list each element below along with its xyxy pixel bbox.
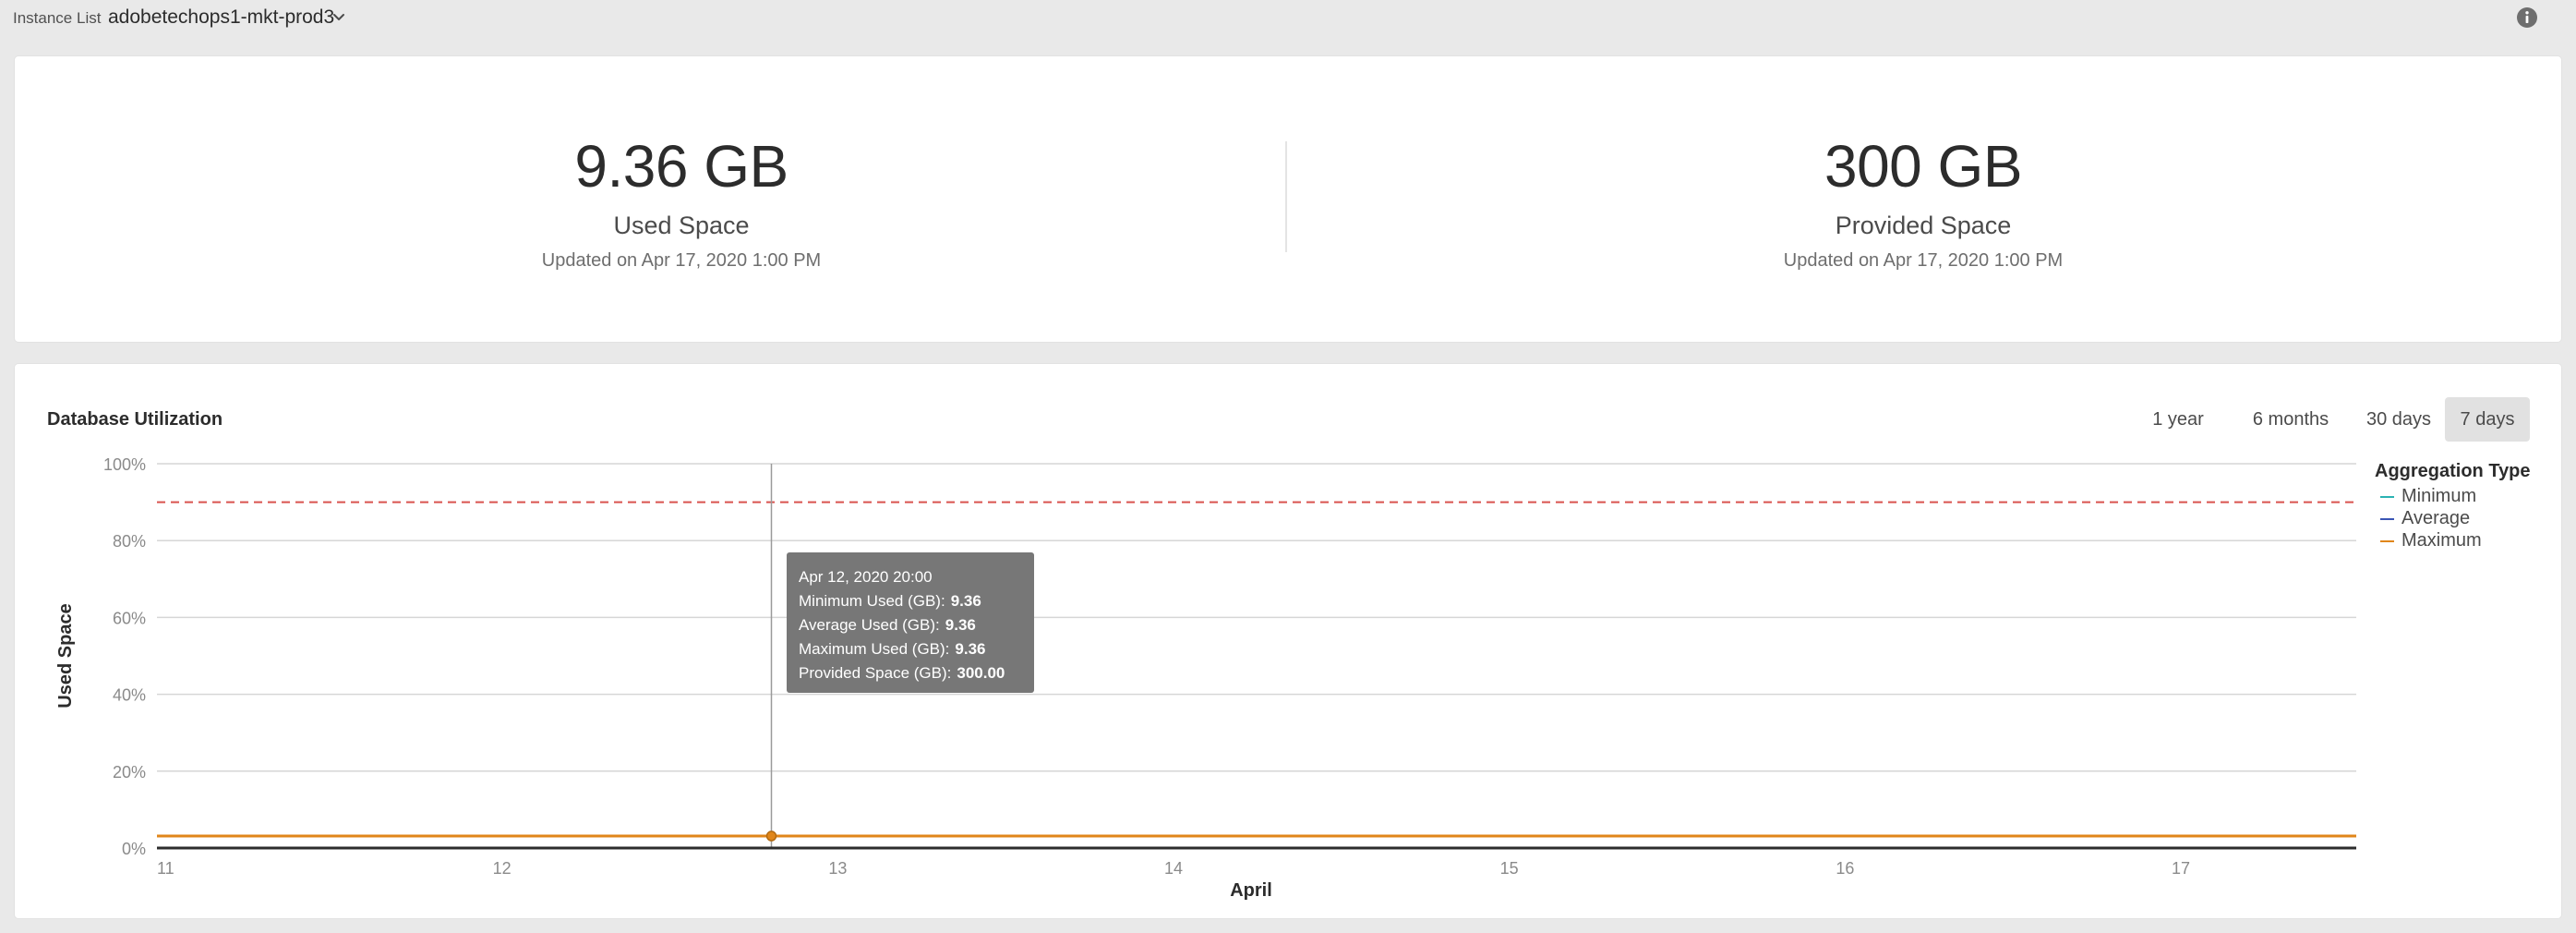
instance-list-label: Instance List (13, 9, 102, 27)
utilization-chart: 0% 20% 40% 60% 80% 100% 11 12 13 14 15 16 17 April Use… (55, 455, 2356, 901)
y-tick-label: 80% (113, 532, 146, 551)
x-tick-label: 14 (1164, 859, 1183, 878)
database-utilization-card: Database Utilization 1 year 6 months 30 … (15, 364, 2561, 918)
x-tick-label: 16 (1836, 859, 1854, 878)
tooltip-value: 9.36 (950, 592, 981, 610)
chevron-down-icon[interactable] (331, 9, 347, 26)
chart-tooltip: Apr 12, 2020 20:00 Minimum Used (GB): 9.3… (787, 552, 1034, 693)
used-space-value: 9.36 GB (574, 133, 788, 200)
top-bar: Instance List adobetechops1-mkt-prod3 (0, 0, 2576, 39)
tooltip-label: Provided Space (GB): (799, 664, 952, 682)
tooltip-value: 300.00 (957, 664, 1005, 682)
y-tick-label: 40% (113, 686, 146, 705)
x-axis-label: April (1230, 880, 1272, 901)
tooltip-row-minimum: Minimum Used (GB): 9.36 (799, 589, 1022, 613)
legend-swatch-maximum (2380, 539, 2394, 542)
tooltip-label: Minimum Used (GB): (799, 592, 945, 610)
x-tick-label: 15 (1500, 859, 1519, 878)
provided-space-updated: Updated on Apr 17, 2020 1:00 PM (1783, 250, 2064, 271)
legend-title: Aggregation Type (2375, 461, 2531, 481)
legend-label-maximum: Maximum (2401, 530, 2482, 551)
legend-item-minimum[interactable]: Minimum (2380, 486, 2476, 507)
tooltip-row-provided: Provided Space (GB): 300.00 (799, 661, 1022, 685)
tooltip-date: Apr 12, 2020 20:00 (799, 568, 933, 586)
tooltip-value: 9.36 (955, 640, 986, 658)
y-tick-label: 60% (113, 609, 146, 627)
range-7-days-button[interactable]: 7 days (2445, 397, 2530, 442)
legend-swatch-minimum (2380, 495, 2394, 498)
summary-card: 9.36 GB Used Space Updated on Apr 17, 20… (15, 56, 2561, 342)
legend-swatch-average (2380, 517, 2394, 520)
y-tick-label: 100% (103, 455, 146, 474)
summary-divider (1285, 141, 1287, 252)
legend-item-maximum[interactable]: Maximum (2380, 530, 2482, 551)
used-space-updated: Updated on Apr 17, 2020 1:00 PM (541, 250, 822, 271)
y-axis-label: Used Space (55, 603, 76, 708)
legend-label-minimum: Minimum (2401, 486, 2477, 506)
tooltip-label: Maximum Used (GB): (799, 640, 950, 658)
tooltip-label: Average Used (GB): (799, 616, 940, 634)
legend-item-average[interactable]: Average (2380, 508, 2470, 529)
legend-label-average: Average (2401, 508, 2471, 528)
tooltip-value: 9.36 (945, 616, 976, 634)
info-icon[interactable] (2516, 6, 2538, 29)
x-tick-label: 11 (157, 859, 175, 878)
x-tick-label: 13 (828, 859, 847, 878)
hover-point (765, 830, 777, 842)
tooltip-row-maximum: Maximum Used (GB): 9.36 (799, 637, 1022, 661)
x-tick-label: 17 (2172, 859, 2190, 878)
provided-space-value: 300 GB (1824, 133, 2023, 200)
y-tick-label: 0% (122, 840, 146, 858)
instance-selector[interactable]: adobetechops1-mkt-prod3 (108, 6, 334, 29)
used-space-label: Used Space (613, 212, 750, 239)
tooltip-row-average: Average Used (GB): 9.36 (799, 613, 1022, 637)
provided-space-label: Provided Space (1835, 212, 2012, 239)
y-tick-label: 20% (113, 763, 146, 782)
x-tick-label: 12 (493, 859, 512, 878)
